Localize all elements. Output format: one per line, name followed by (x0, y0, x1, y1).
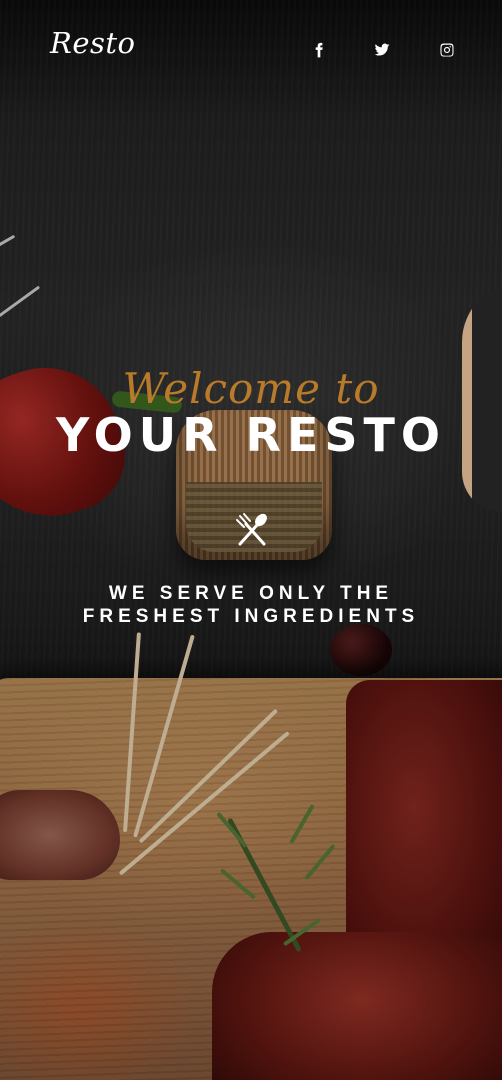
instagram-icon (440, 43, 454, 57)
welcome-heading: Welcome to (122, 364, 380, 413)
page-title: YOUR RESTO (55, 408, 447, 462)
brand-logo[interactable]: Resto (50, 26, 136, 60)
twitter-icon (374, 43, 390, 56)
tagline-line-2: FRESHEST INGREDIENTS (82, 606, 420, 627)
facebook-icon (315, 42, 323, 58)
site-header: Resto (0, 0, 502, 96)
instagram-link[interactable] (435, 38, 459, 62)
tagline-line-1: WE SERVE ONLY THE (108, 583, 394, 604)
twitter-link[interactable] (370, 38, 394, 62)
facebook-link[interactable] (307, 38, 331, 62)
fork-spoon-icon (236, 513, 267, 546)
tagline: WE SERVE ONLY THE FRESHEST INGREDIENTS (0, 582, 502, 628)
